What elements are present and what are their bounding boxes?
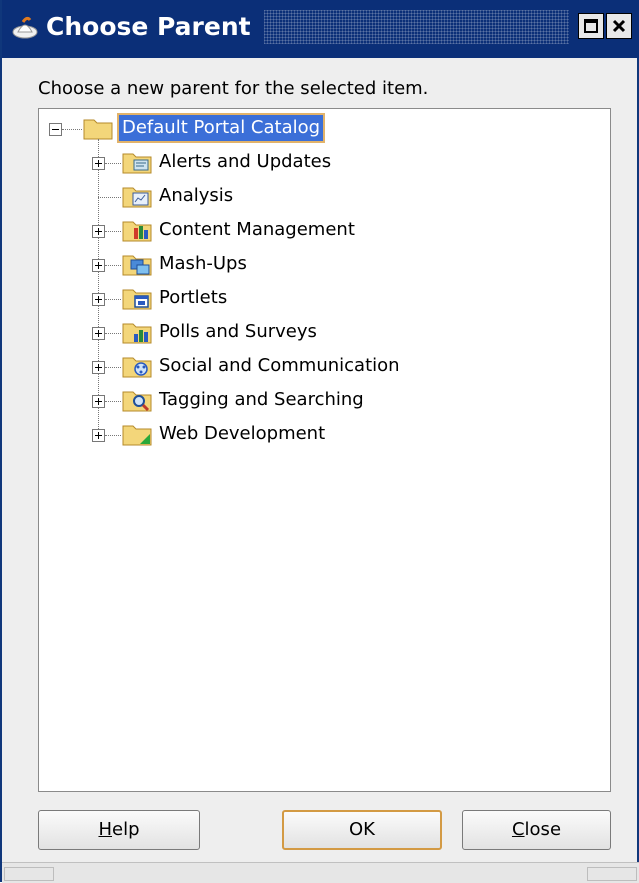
close-mnemonic: C — [511, 819, 525, 840]
maximize-button[interactable] — [578, 13, 604, 39]
tree-connector — [98, 197, 121, 198]
close-button[interactable]: Close — [462, 810, 611, 850]
alerts-folder-icon — [122, 153, 152, 174]
tree-label: Tagging and Searching — [159, 389, 364, 410]
tree-connector — [105, 299, 121, 300]
mashups-folder-icon — [122, 255, 152, 276]
expand-toggle[interactable] — [92, 395, 105, 408]
expand-toggle[interactable] — [92, 157, 105, 170]
tree-label: Social and Communication — [159, 355, 400, 376]
close-icon — [612, 19, 626, 33]
catalog-tree[interactable]: Default Portal Catalog Alerts and Update… — [38, 108, 611, 792]
tree-node[interactable]: Analysis — [39, 181, 610, 211]
instruction-text: Choose a new parent for the selected ite… — [38, 78, 429, 99]
tree-label: Polls and Surveys — [159, 321, 317, 342]
dialog-title: Choose Parent — [46, 10, 257, 44]
tree-node[interactable]: Polls and Surveys — [39, 317, 610, 347]
close-window-button[interactable] — [606, 13, 632, 39]
choose-parent-dialog: Choose Parent Choose a new parent for th… — [0, 0, 639, 883]
tree-label: Analysis — [159, 185, 234, 206]
content-management-folder-icon — [122, 221, 152, 242]
expand-toggle[interactable] — [92, 259, 105, 272]
tree-node[interactable]: Mash-Ups — [39, 249, 610, 279]
maximize-icon — [584, 19, 598, 33]
tree-label: Alerts and Updates — [159, 151, 332, 172]
social-folder-icon — [122, 357, 152, 378]
app-icon — [12, 16, 38, 39]
tree-node[interactable]: Tagging and Searching — [39, 385, 610, 415]
web-development-folder-icon — [122, 425, 152, 446]
tree-label: Content Management — [159, 219, 355, 240]
title-bar-texture — [264, 10, 569, 44]
analysis-folder-icon — [122, 187, 152, 208]
tree-node[interactable]: Social and Communication — [39, 351, 610, 381]
help-label: elp — [112, 819, 140, 840]
help-button[interactable]: Help — [38, 810, 200, 850]
tree-node[interactable]: Alerts and Updates — [39, 147, 610, 177]
tree-label: Portlets — [159, 287, 228, 308]
status-bar — [2, 862, 639, 883]
tagging-folder-icon — [122, 391, 152, 412]
close-label: lose — [524, 819, 562, 840]
portlets-folder-icon — [122, 289, 152, 310]
tree-connector — [105, 367, 121, 368]
collapse-toggle[interactable] — [49, 123, 62, 136]
status-segment — [4, 867, 54, 881]
tree-node[interactable]: Web Development — [39, 419, 610, 449]
tree-connector — [105, 333, 121, 334]
tree-label-root: Default Portal Catalog — [116, 113, 326, 143]
tree-node[interactable]: Portlets — [39, 283, 610, 313]
help-mnemonic: H — [98, 819, 113, 840]
expand-toggle[interactable] — [92, 293, 105, 306]
ok-button[interactable]: OK — [282, 810, 442, 850]
expand-toggle[interactable] — [92, 225, 105, 238]
expand-toggle[interactable] — [92, 361, 105, 374]
tree-label: Mash-Ups — [159, 253, 247, 274]
expand-toggle[interactable] — [92, 429, 105, 442]
tree-connector — [105, 265, 121, 266]
tree-connector — [62, 129, 82, 130]
title-bar[interactable]: Choose Parent — [2, 0, 639, 58]
status-segment — [587, 867, 637, 881]
tree-node[interactable]: Content Management — [39, 215, 610, 245]
tree-connector — [105, 401, 121, 402]
polls-folder-icon — [122, 323, 152, 344]
root-folder-icon — [83, 119, 113, 140]
tree-label: Web Development — [159, 423, 326, 444]
ok-label: OK — [349, 819, 375, 840]
tree-connector — [105, 435, 121, 436]
tree-connector — [105, 163, 121, 164]
tree-connector — [105, 231, 121, 232]
expand-toggle[interactable] — [92, 327, 105, 340]
tree-node-root[interactable]: Default Portal Catalog — [39, 113, 610, 143]
